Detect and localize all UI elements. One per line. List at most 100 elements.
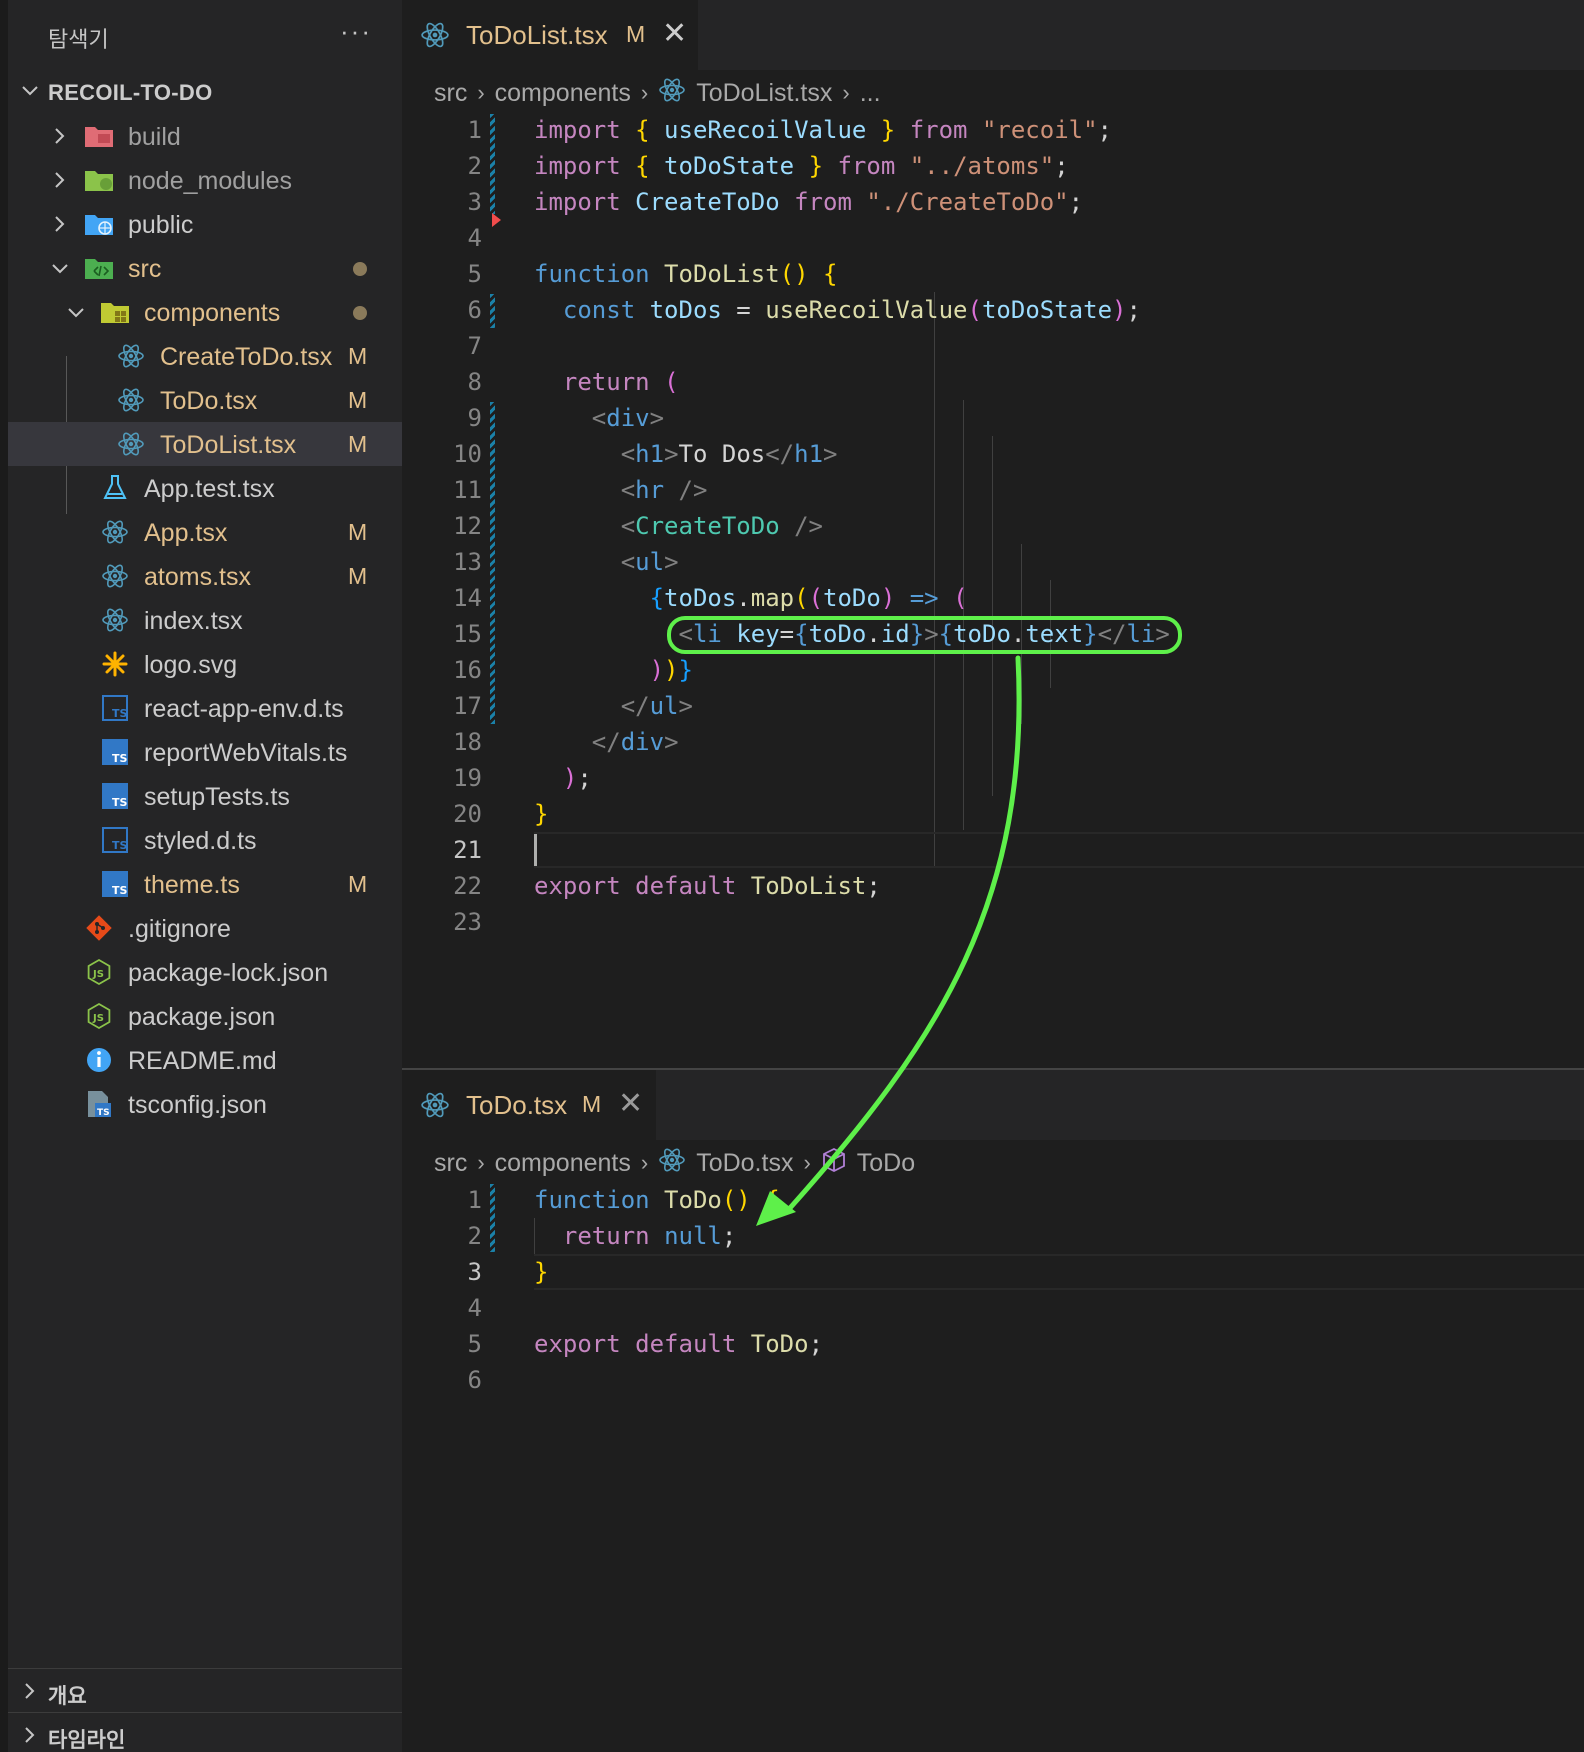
line-number: 5: [467, 260, 482, 288]
close-icon[interactable]: ✕: [662, 16, 687, 51]
close-icon[interactable]: ✕: [618, 1086, 643, 1121]
tree-item-build[interactable]: build: [8, 114, 402, 158]
modified-badge: M: [348, 343, 368, 369]
code-token: ToDo: [750, 1330, 809, 1358]
tree-item-setuptests[interactable]: TS setupTests.ts: [8, 774, 402, 818]
breadcrumb-item[interactable]: components: [495, 1149, 631, 1178]
breadcrumb-item[interactable]: ...: [860, 79, 881, 108]
tree-item-package[interactable]: JS package.json: [8, 994, 402, 1038]
code-line: 14 {toDos.map((toDo) => (: [402, 580, 1584, 616]
outline-section-header[interactable]: 개요: [8, 1668, 402, 1712]
code-token: }: [534, 800, 549, 828]
outline-label: 개요: [48, 1685, 87, 1708]
line-number: 22: [453, 872, 482, 900]
tree-item-todo[interactable]: ToDo.tsx M: [8, 378, 402, 422]
info-icon: [84, 1046, 114, 1074]
code-line: 1 function ToDo() {: [402, 1182, 1584, 1218]
chevron-down-icon: [52, 264, 68, 274]
tree-item-react-app-env[interactable]: TS react-app-env.d.ts: [8, 686, 402, 730]
tree-item-app-test[interactable]: App.test.tsx: [8, 466, 402, 510]
tree-item-index[interactable]: index.tsx: [8, 598, 402, 642]
line-number: 3: [467, 188, 482, 216]
tree-item-components[interactable]: components: [8, 290, 402, 334]
code-line: 23: [402, 904, 1584, 940]
code-token: <: [620, 512, 636, 540]
chevron-right-icon: [55, 172, 65, 188]
tree-item-reportwebvitals[interactable]: TS reportWebVitals.ts: [8, 730, 402, 774]
code-line: 2 return null;: [402, 1218, 1584, 1254]
code-token: ;: [1097, 116, 1112, 144]
tree-item-gitignore[interactable]: .gitignore: [8, 906, 402, 950]
code-token: ;: [866, 872, 881, 900]
line-number: 4: [467, 224, 482, 252]
chevron-right-icon: ›: [640, 80, 649, 105]
git-icon: [84, 914, 114, 942]
folder-src-icon: [84, 254, 114, 282]
tree-item-label: styled.d.ts: [144, 827, 257, 855]
code-token: {: [635, 152, 650, 180]
editor-group-top: ToDoList.tsx M ✕ src › components › ToDo…: [402, 0, 1584, 1068]
timeline-section-header[interactable]: 타임라인: [8, 1712, 402, 1752]
modified-badge: M: [348, 563, 368, 589]
tree-item-label: README.md: [128, 1047, 277, 1075]
code-token: export: [534, 1330, 621, 1358]
line-number: 20: [453, 800, 482, 828]
line-number: 15: [453, 620, 482, 648]
code-token: (: [794, 584, 809, 612]
tree-item-app[interactable]: App.tsx M: [8, 510, 402, 554]
tree-item-package-lock[interactable]: JS package-lock.json: [8, 950, 402, 994]
tree-item-todolist[interactable]: ToDoList.tsx M: [8, 422, 402, 466]
tree-item-public[interactable]: public: [8, 202, 402, 246]
tree-item-node-modules[interactable]: node_modules: [8, 158, 402, 202]
code-token: ;: [1054, 152, 1069, 180]
symbol-cube-icon: [821, 1147, 847, 1180]
current-line-highlight: [534, 832, 1584, 868]
code-line: 20}: [402, 796, 1584, 832]
ts-icon: TS: [100, 738, 130, 766]
tree-item-createtodo[interactable]: CreateToDo.tsx M: [8, 334, 402, 378]
tree-item-label: react-app-env.d.ts: [144, 695, 344, 723]
more-actions-button[interactable]: ···: [340, 16, 372, 47]
code-line: 18 </div>: [402, 724, 1584, 760]
breadcrumb-item[interactable]: ToDo.tsx: [696, 1149, 793, 1178]
tree-item-label: index.tsx: [144, 607, 243, 635]
code-token: null: [664, 1222, 722, 1250]
tree-item-logo[interactable]: logo.svg: [8, 642, 402, 686]
breadcrumb-item[interactable]: src: [434, 1149, 467, 1178]
tree-item-src[interactable]: src: [8, 246, 402, 290]
tree-item-styled[interactable]: TS styled.d.ts: [8, 818, 402, 862]
tree-item-atoms[interactable]: atoms.tsx M: [8, 554, 402, 598]
workspace-root-row[interactable]: RECOIL-TO-DO: [8, 70, 402, 114]
code-token: >: [664, 728, 679, 756]
editor-group-bottom: ToDo.tsx M ✕ src › components › ToDo.tsx…: [402, 1070, 1584, 1752]
tree-item-readme[interactable]: README.md: [8, 1038, 402, 1082]
tree-item-tsconfig[interactable]: TS tsconfig.json: [8, 1082, 402, 1126]
tab-todolist[interactable]: ToDoList.tsx M ✕: [402, 0, 698, 70]
code-token: (): [721, 1186, 751, 1214]
tree-item-label: package.json: [128, 1003, 276, 1031]
code-token: <: [620, 548, 636, 576]
code-line: 22 export default ToDoList;: [402, 868, 1584, 904]
breadcrumb-item[interactable]: ToDoList.tsx: [696, 79, 832, 108]
line-number: 14: [453, 584, 482, 612]
tree-item-theme[interactable]: TS theme.ts M: [8, 862, 402, 906]
code-token: }: [808, 152, 824, 180]
tab-todo[interactable]: ToDo.tsx M ✕: [402, 1070, 656, 1140]
react-icon: [100, 518, 130, 546]
code-token: =>: [909, 584, 939, 612]
code-line: 6: [402, 1362, 1584, 1398]
code-line: 4: [402, 1290, 1584, 1326]
code-token: CreateToDo: [620, 188, 795, 216]
breadcrumb-item[interactable]: components: [495, 79, 631, 108]
breadcrumb-item[interactable]: ToDo: [857, 1149, 915, 1178]
line-number: 8: [467, 368, 482, 396]
code-token: useRecoilValue: [765, 296, 968, 324]
breadcrumb-item[interactable]: src: [434, 79, 467, 108]
